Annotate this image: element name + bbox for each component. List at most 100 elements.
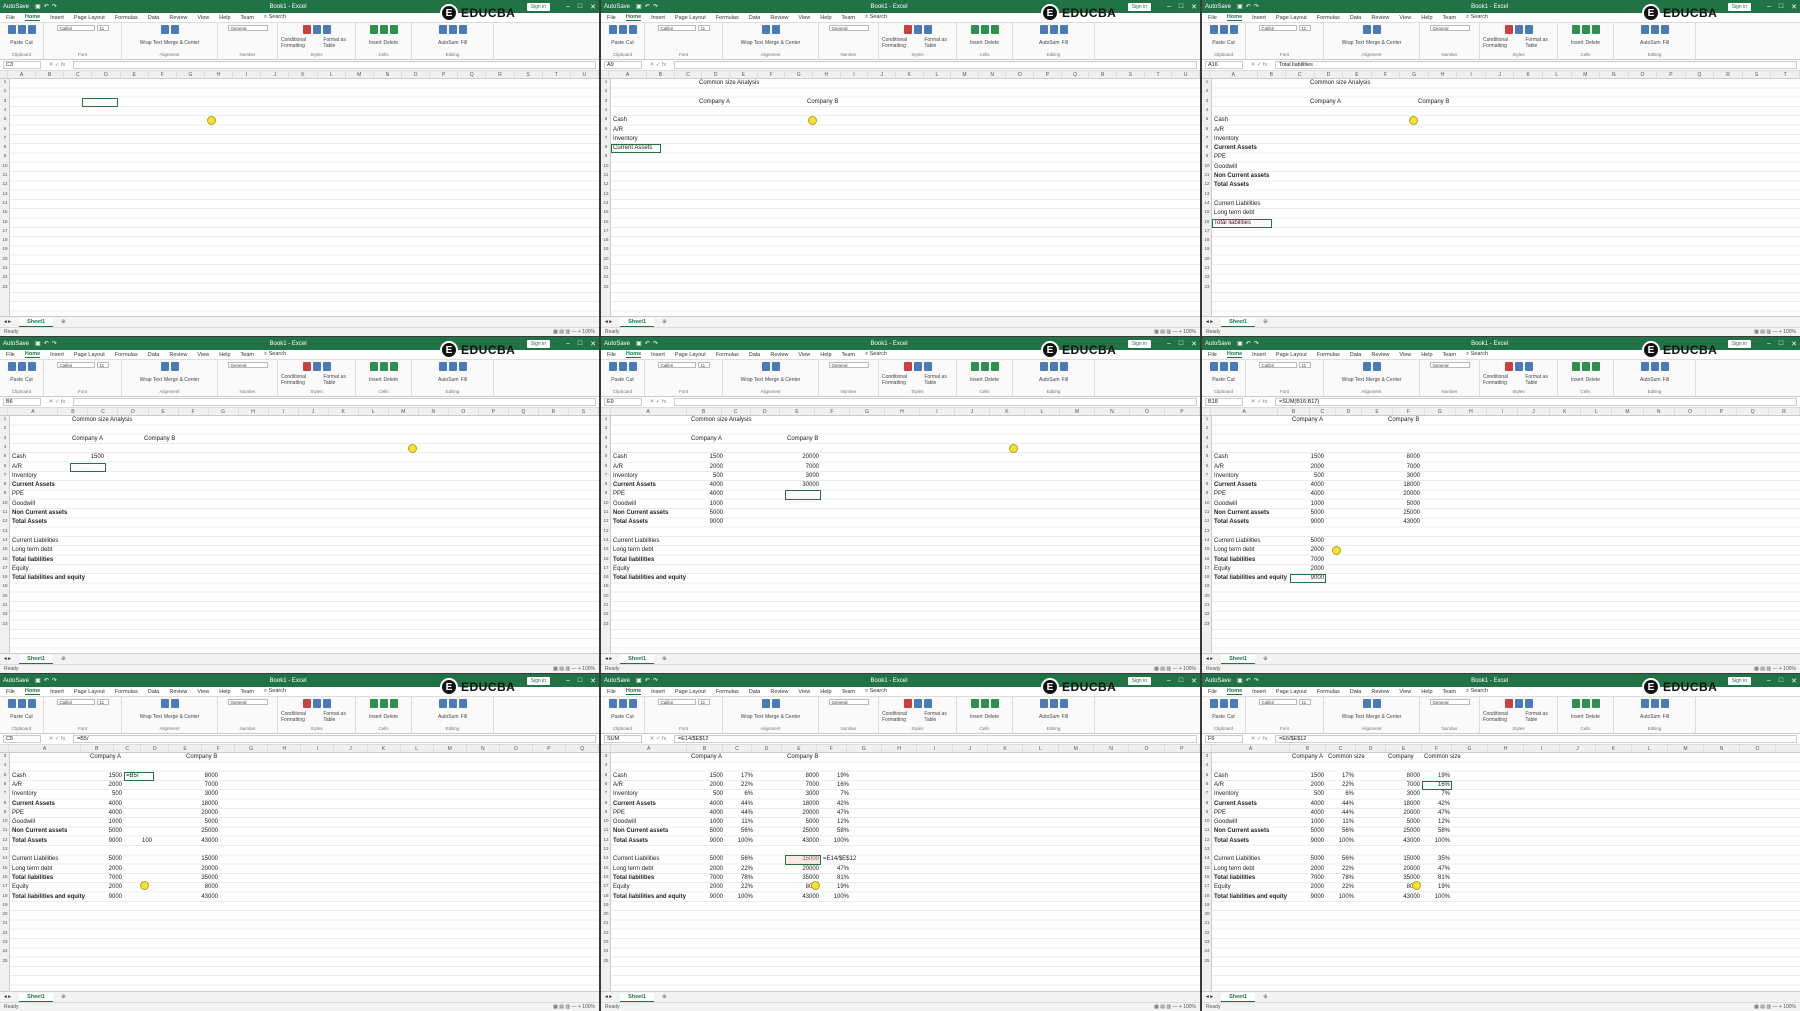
styles-format-as-table-icon[interactable] [312, 362, 321, 371]
save-icon[interactable]: ▣ [35, 340, 41, 347]
alignment-wrap-text-icon[interactable] [761, 25, 770, 34]
row-header[interactable]: 18 [1202, 237, 1212, 242]
clipboard-copy-icon[interactable] [27, 362, 36, 371]
cell-a12[interactable]: Total Assets [12, 518, 68, 527]
cell-b8[interactable]: 4000 [1292, 481, 1324, 490]
cell-f18[interactable]: 100% [823, 893, 849, 902]
column-header-c[interactable]: C [88, 408, 119, 415]
row-header[interactable]: 21 [0, 920, 10, 925]
sheet-nav-icon[interactable]: ◂ ▸ [605, 994, 612, 1000]
column-header-a[interactable]: A [609, 71, 648, 78]
cells-insert-icon[interactable] [970, 362, 979, 371]
maximize-icon[interactable]: □ [1779, 3, 1783, 11]
row-header[interactable]: 7 [1202, 472, 1212, 477]
row-header[interactable]: 19 [0, 246, 10, 251]
cell-f3[interactable]: Company B [807, 98, 839, 107]
clipboard-paste-icon[interactable] [608, 699, 617, 708]
search-box[interactable]: ⌕ Search [865, 351, 887, 358]
row-header[interactable]: 8 [601, 144, 611, 149]
font-size-dropdown[interactable]: 11 [1298, 25, 1311, 31]
clipboard-cut-icon[interactable] [17, 699, 26, 708]
column-header-f[interactable]: F [1393, 408, 1425, 415]
cell-a11[interactable]: Non Current assets [12, 827, 86, 836]
tab-view[interactable]: View [197, 15, 209, 21]
zoom-level[interactable]: ▦ ▤ ▥ — + 100% [553, 329, 595, 335]
cell-a9[interactable]: PPE [1214, 490, 1288, 499]
number-dropdown[interactable]: General [828, 362, 869, 368]
cell-b14[interactable]: 5000 [1292, 537, 1324, 546]
cell-a14[interactable]: Current Liabilities [1214, 200, 1270, 209]
column-header-a[interactable]: A [9, 745, 81, 752]
save-icon[interactable]: ▣ [636, 3, 642, 10]
column-header-k[interactable]: K [896, 71, 924, 78]
cell-b5[interactable]: 1500 [1292, 453, 1324, 462]
sheet-nav-icon[interactable]: ◂ ▸ [4, 656, 11, 662]
cell-b14[interactable]: 5000 [691, 855, 723, 864]
column-header-e[interactable]: E [121, 71, 149, 78]
redo-icon[interactable]: ↷ [52, 677, 57, 684]
cell-a9[interactable]: PPE [1214, 153, 1270, 162]
row-header[interactable]: 14 [1202, 537, 1212, 542]
cell-a5[interactable]: Cash [613, 453, 687, 462]
column-header-k[interactable]: K [1596, 745, 1632, 752]
row-header[interactable]: 7 [1202, 135, 1212, 140]
column-header-l[interactable]: L [318, 71, 346, 78]
row-header[interactable]: 16 [601, 556, 611, 561]
editing-autosum-icon[interactable] [1039, 699, 1048, 708]
column-header-a[interactable]: A [1210, 71, 1258, 78]
row-header[interactable]: 13 [601, 846, 611, 851]
column-header-l[interactable]: L [401, 745, 434, 752]
sign-in-button[interactable]: Sign in [526, 339, 550, 348]
column-header-j[interactable]: J [955, 408, 990, 415]
row-header[interactable]: 18 [0, 893, 10, 898]
cell-e8[interactable]: 18000 [186, 800, 218, 809]
row-header[interactable]: 16 [1202, 219, 1212, 224]
row-header[interactable]: 13 [0, 528, 10, 533]
autosave-toggle[interactable]: AutoSave [1205, 4, 1231, 10]
column-header-q[interactable]: Q [566, 745, 599, 752]
column-header-d[interactable]: D [1356, 745, 1386, 752]
font-dropdown[interactable]: Calibri [1258, 25, 1297, 31]
selected-cell[interactable] [1212, 218, 1272, 228]
column-header-e[interactable]: E [1343, 71, 1372, 78]
column-header-j[interactable]: J [868, 71, 896, 78]
font-dropdown[interactable]: Calibri [657, 699, 696, 705]
column-header-n[interactable]: N [979, 71, 1007, 78]
clipboard-cut-icon[interactable] [1219, 25, 1228, 34]
row-header[interactable]: 5 [1202, 453, 1212, 458]
cell-b10[interactable]: 1000 [691, 500, 723, 509]
cell-e12[interactable]: 43000 [787, 837, 819, 846]
row-header[interactable]: 10 [1202, 163, 1212, 168]
column-header-p[interactable]: P [1657, 71, 1686, 78]
row-header[interactable]: 14 [1202, 200, 1212, 205]
cells-insert-icon[interactable] [1571, 25, 1580, 34]
cell-a16[interactable]: Total liabilities [1214, 556, 1288, 565]
row-header[interactable]: 6 [1202, 463, 1212, 468]
row-header[interactable]: 23 [1202, 284, 1212, 289]
sheet-nav-icon[interactable]: ◂ ▸ [1206, 994, 1213, 1000]
cell-f16[interactable]: 81% [823, 874, 849, 883]
row-header[interactable]: 15 [0, 865, 10, 870]
row-header[interactable]: 7 [1202, 790, 1212, 795]
undo-icon[interactable]: ↶ [1246, 677, 1251, 684]
cell-e6[interactable]: 7000 [787, 463, 819, 472]
row-header[interactable]: 5 [0, 116, 10, 121]
cell-e6[interactable]: 7000 [1388, 463, 1420, 472]
cell-a10[interactable]: Goodwill [12, 818, 86, 827]
row-header[interactable]: 21 [1202, 920, 1212, 925]
column-header-d[interactable]: D [1315, 71, 1344, 78]
row-header[interactable]: 3 [601, 435, 611, 440]
search-box[interactable]: ⌕ Search [264, 14, 286, 21]
row-header[interactable]: 6 [1202, 126, 1212, 131]
add-sheet-button[interactable]: ⊕ [1263, 656, 1268, 662]
search-box[interactable]: ⌕ Search [865, 688, 887, 695]
redo-icon[interactable]: ↷ [1254, 3, 1259, 10]
row-header[interactable]: 14 [0, 537, 10, 542]
styles-cell-styles-icon[interactable] [322, 699, 331, 708]
row-header[interactable]: 15 [601, 865, 611, 870]
cell-c18[interactable]: 100% [727, 893, 753, 902]
cell-f11[interactable]: 58% [823, 827, 849, 836]
row-header[interactable]: 12 [0, 837, 10, 842]
cell-b11[interactable]: 5000 [1292, 509, 1324, 518]
column-header-n[interactable]: N [467, 745, 500, 752]
